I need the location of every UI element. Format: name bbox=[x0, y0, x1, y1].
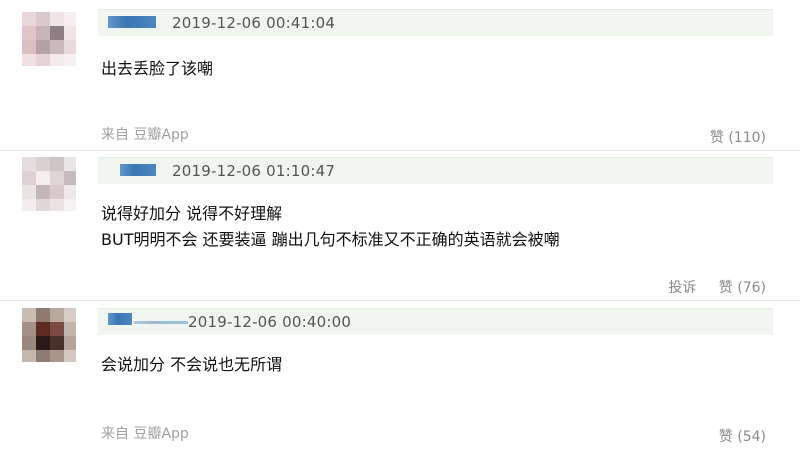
comment-actions: 赞 (110) bbox=[692, 127, 766, 147]
username[interactable] bbox=[108, 313, 132, 325]
comment-text: 出去丢脸了该嘲 bbox=[101, 56, 213, 82]
like-button[interactable]: 赞 (110) bbox=[710, 130, 766, 146]
comment-line: 出去丢脸了该嘲 bbox=[101, 59, 214, 78]
comment-line: 会说加分 不会说也无所谓 bbox=[101, 355, 283, 374]
comment-text: 会说加分 不会说也无所谓 bbox=[101, 352, 282, 378]
source-label[interactable]: 来自 豆瓣App bbox=[101, 423, 189, 443]
timestamp: 2019-12-06 00:40:00 bbox=[188, 313, 352, 331]
comment-1: 2019-12-06 00:41:04 出去丢脸了该嘲 来自 豆瓣App 赞 (… bbox=[0, 0, 800, 150]
comment-3: 2019-12-06 00:40:00 会说加分 不会说也无所谓 来自 豆瓣Ap… bbox=[0, 300, 800, 453]
comment-header: 2019-12-06 01:10:47 bbox=[98, 157, 773, 184]
username-blur bbox=[134, 321, 188, 324]
like-button[interactable]: 赞 (76) bbox=[719, 280, 766, 296]
comment-header: 2019-12-06 00:40:00 bbox=[98, 308, 773, 335]
avatar[interactable] bbox=[22, 12, 76, 66]
comment-line: 说得好加分 说得不好理解 bbox=[101, 204, 283, 223]
comment-header: 2019-12-06 00:41:04 bbox=[98, 9, 773, 36]
like-button[interactable]: 赞 (54) bbox=[719, 429, 766, 445]
timestamp: 2019-12-06 01:10:47 bbox=[172, 162, 336, 180]
comment-line: BUT明明不会 还要装逼 蹦出几句不标准又不正确的英语就会被嘲 bbox=[101, 230, 560, 249]
report-button[interactable]: 投诉 bbox=[668, 280, 696, 296]
source-label[interactable]: 来自 豆瓣App bbox=[101, 124, 189, 144]
comment-2: 2019-12-06 01:10:47 说得好加分 说得不好理解 BUT明明不会… bbox=[0, 150, 800, 300]
comment-actions: 赞 (54) bbox=[701, 426, 766, 446]
comment-text: 说得好加分 说得不好理解 BUT明明不会 还要装逼 蹦出几句不标准又不正确的英语… bbox=[101, 201, 560, 253]
username[interactable] bbox=[108, 16, 156, 28]
avatar[interactable] bbox=[22, 308, 76, 362]
avatar[interactable] bbox=[22, 157, 76, 211]
username[interactable] bbox=[120, 164, 156, 176]
comment-actions: 投诉 赞 (76) bbox=[650, 277, 766, 297]
timestamp: 2019-12-06 00:41:04 bbox=[172, 14, 336, 32]
